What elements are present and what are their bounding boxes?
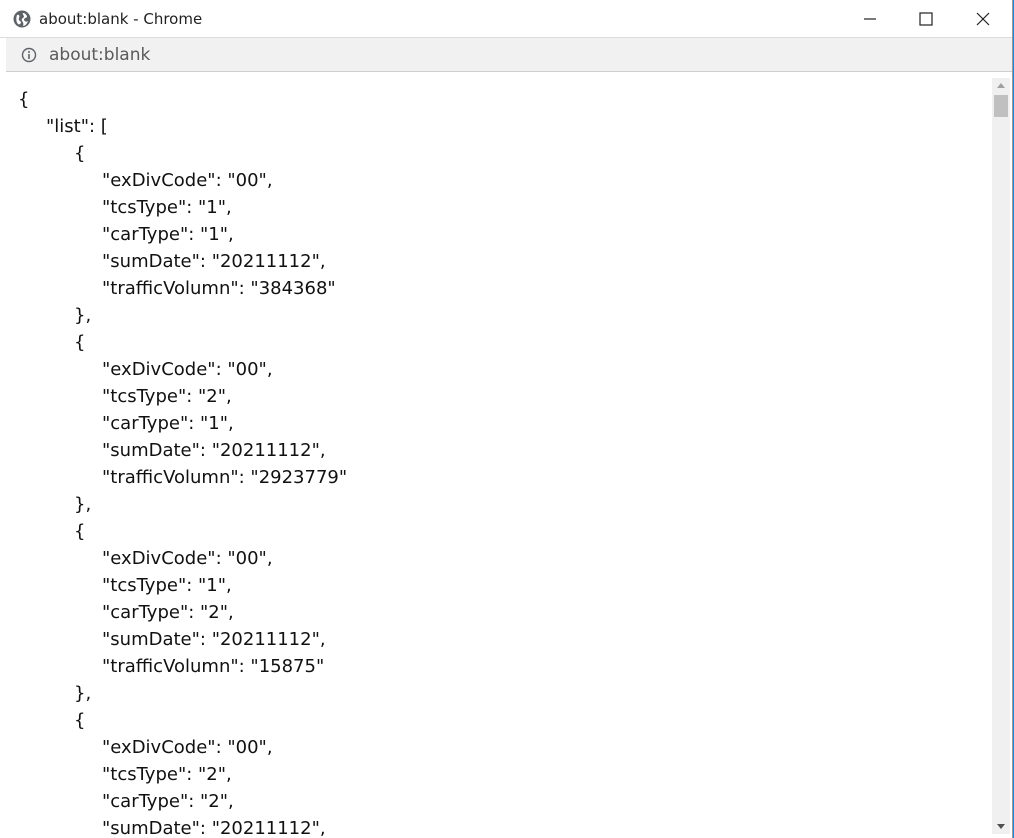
scroll-up-button[interactable] xyxy=(992,78,1010,94)
window-title: about:blank - Chrome xyxy=(39,10,203,28)
json-line: "list": [ xyxy=(46,116,108,137)
json-line: { xyxy=(74,710,86,731)
json-line: "sumDate": "20211112", xyxy=(102,251,326,272)
json-content: { "list": [ { "exDivCode": "00", "tcsType": … xyxy=(6,78,992,838)
title-bar[interactable]: about:blank - Chrome xyxy=(0,0,1012,38)
json-line: "tcsType": "2", xyxy=(102,764,232,785)
json-line: "trafficVolumn": "15875" xyxy=(102,656,325,677)
json-line: "sumDate": "20211112", xyxy=(102,629,326,650)
scroll-down-button[interactable] xyxy=(992,818,1010,834)
json-line: "sumDate": "20211112", xyxy=(102,440,326,461)
globe-icon xyxy=(13,10,31,28)
json-line: "carType": "2", xyxy=(102,602,234,623)
json-line: "tcsType": "1", xyxy=(102,197,232,218)
json-line: "carType": "2", xyxy=(102,791,234,812)
json-line: "exDivCode": "00", xyxy=(102,548,273,569)
vertical-scrollbar[interactable] xyxy=(992,78,1010,834)
json-line: "sumDate": "20211112", xyxy=(102,818,326,838)
json-line: }, xyxy=(74,305,92,326)
json-line: "carType": "1", xyxy=(102,413,234,434)
json-line: { xyxy=(74,143,86,164)
browser-window: about:blank - Chrome about:blank { "list"… xyxy=(0,0,1013,838)
address-bar[interactable]: about:blank xyxy=(6,38,1012,72)
json-line: { xyxy=(18,89,30,110)
json-line: }, xyxy=(74,494,92,515)
minimize-button[interactable] xyxy=(842,0,898,38)
maximize-icon xyxy=(919,12,933,26)
minimize-icon xyxy=(864,18,876,20)
json-line: { xyxy=(74,521,86,542)
json-line: "trafficVolumn": "384368" xyxy=(102,278,336,299)
json-line: "exDivCode": "00", xyxy=(102,359,273,380)
scroll-up-icon xyxy=(997,83,1005,88)
json-line: "tcsType": "2", xyxy=(102,386,232,407)
json-line: "exDivCode": "00", xyxy=(102,170,273,191)
scroll-down-icon xyxy=(997,824,1005,829)
scroll-thumb[interactable] xyxy=(994,95,1008,117)
json-line: "tcsType": "1", xyxy=(102,575,232,596)
json-line: "exDivCode": "00", xyxy=(102,737,273,758)
url-text[interactable]: about:blank xyxy=(49,45,150,65)
close-icon xyxy=(976,12,990,26)
info-icon[interactable] xyxy=(21,47,37,63)
close-button[interactable] xyxy=(955,0,1011,38)
json-line: { xyxy=(74,332,86,353)
json-line: "trafficVolumn": "2923779" xyxy=(102,467,348,488)
maximize-button[interactable] xyxy=(898,0,954,38)
json-line: "carType": "1", xyxy=(102,224,234,245)
json-line: }, xyxy=(74,683,92,704)
